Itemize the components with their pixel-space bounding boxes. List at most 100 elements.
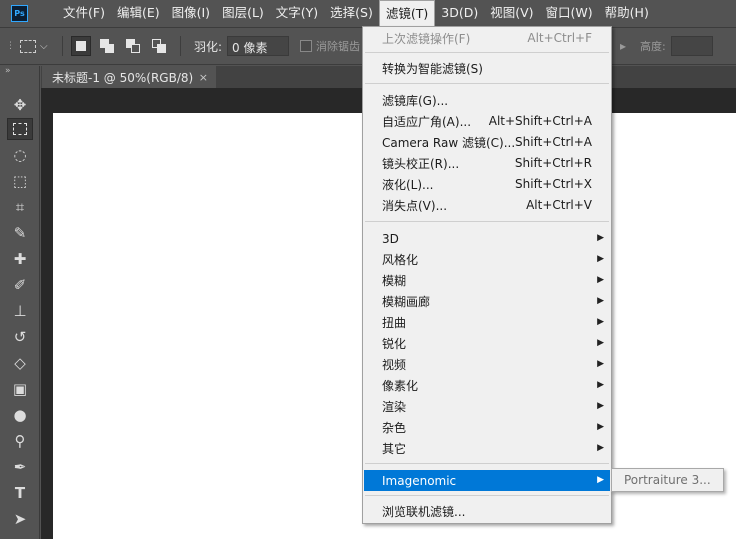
menu-3d[interactable]: 3D(D) [435, 0, 484, 26]
shortcut-label: Shift+Ctrl+A [515, 135, 592, 149]
menu-item-label: 上次滤镜操作(F) [382, 32, 471, 46]
menu-item-blur[interactable]: 模糊 ▶ [364, 270, 610, 291]
menu-item-render[interactable]: 渲染 ▶ [364, 396, 610, 417]
brush-tool-icon[interactable]: ✐ [7, 274, 33, 296]
submenu-arrow-icon: ▶ [597, 422, 604, 432]
menu-item-label: 3D [382, 231, 399, 246]
eraser-tool-icon[interactable]: ◇ [7, 352, 33, 374]
menu-item-camera-raw[interactable]: Camera Raw 滤镜(C)... Shift+Ctrl+A [364, 132, 610, 153]
subtract-selection-button[interactable] [123, 36, 143, 56]
menu-filter[interactable]: 滤镜(T) [378, 0, 436, 26]
panel-collapse-icon[interactable]: » [5, 66, 10, 76]
new-selection-button[interactable] [71, 36, 91, 56]
menu-window[interactable]: 窗口(W) [540, 0, 599, 26]
path-select-tool-icon[interactable]: ➤ [7, 508, 33, 530]
menu-item-label: Imagenomic [382, 473, 457, 488]
menu-item-label: Camera Raw 滤镜(C)... [382, 136, 516, 150]
marquee-preset-picker[interactable]: ⌵ [20, 28, 48, 64]
options-grip: ⋮ [6, 41, 15, 51]
height-input[interactable] [671, 36, 713, 56]
menu-item-pixelate[interactable]: 像素化 ▶ [364, 375, 610, 396]
add-selection-icon [100, 39, 114, 53]
menu-type[interactable]: 文字(Y) [270, 0, 324, 26]
menu-item-filter-gallery[interactable]: 滤镜库(G)... [364, 90, 610, 111]
submenu-arrow-icon: ▶ [597, 380, 604, 390]
swap-arrow-icon: ▸ [620, 39, 627, 53]
intersect-selection-button[interactable] [149, 36, 169, 56]
submenu-arrow-icon: ▶ [597, 275, 604, 285]
menu-item-vanishing-point[interactable]: 消失点(V)... Alt+Ctrl+V [364, 195, 610, 216]
gradient-tool-icon[interactable]: ▣ [7, 378, 33, 400]
menu-edit[interactable]: 编辑(E) [111, 0, 166, 26]
menu-item-label: 模糊画廊 [382, 295, 431, 309]
type-tool-icon[interactable]: T [7, 482, 33, 504]
menu-item-sharpen[interactable]: 锐化 ▶ [364, 333, 610, 354]
menu-item-blur-gallery[interactable]: 模糊画廊 ▶ [364, 291, 610, 312]
blur-tool-icon[interactable]: ● [7, 404, 33, 426]
menu-item-imagenomic[interactable]: Imagenomic ▶ [364, 470, 610, 491]
submenu-arrow-icon: ▶ [597, 338, 604, 348]
dodge-tool-icon[interactable]: ⚲ [7, 430, 33, 452]
menu-file[interactable]: 文件(F) [57, 0, 111, 26]
document-tab[interactable]: 未标题-1 @ 50%(RGB/8) × [42, 66, 216, 88]
menu-item-label: 浏览联机滤镜... [382, 505, 466, 519]
lasso-tool-icon[interactable]: ◌ [7, 144, 33, 166]
antialias-checkbox[interactable] [300, 40, 312, 52]
menu-item-stylize[interactable]: 风格化 ▶ [364, 249, 610, 270]
shortcut-label: Shift+Ctrl+R [514, 156, 592, 170]
menu-item-lens-correction[interactable]: 镜头校正(R)... Shift+Ctrl+R [364, 153, 610, 174]
shortcut-label: Alt+Ctrl+V [526, 198, 592, 212]
menu-item-distort[interactable]: 扭曲 ▶ [364, 312, 610, 333]
menu-item-label: 扭曲 [382, 316, 407, 330]
menu-item-label: 自适应广角(A)... [382, 115, 472, 129]
add-selection-button[interactable] [97, 36, 117, 56]
menu-item-noise[interactable]: 杂色 ▶ [364, 417, 610, 438]
healing-brush-tool-icon[interactable]: ✚ [7, 248, 33, 270]
menu-image[interactable]: 图像(I) [166, 0, 216, 26]
submenu-arrow-icon: ▶ [597, 233, 604, 243]
menu-item-other[interactable]: 其它 ▶ [364, 438, 610, 459]
clone-stamp-tool-icon[interactable]: ⊥ [7, 300, 33, 322]
menu-item-liquify[interactable]: 液化(L)... Shift+Ctrl+X [364, 174, 610, 195]
menu-item-label: 滤镜库(G)... [382, 94, 449, 108]
history-brush-tool-icon[interactable]: ↺ [7, 326, 33, 348]
menu-item-label: 杂色 [382, 421, 407, 435]
submenu-arrow-icon: ▶ [597, 359, 604, 369]
menu-help[interactable]: 帮助(H) [599, 0, 655, 26]
rect-marquee-icon [20, 39, 36, 53]
subtract-selection-icon [126, 39, 140, 53]
submenu-arrow-icon: ▶ [597, 443, 604, 453]
feather-input[interactable]: 0 像素 [227, 36, 289, 56]
menu-select[interactable]: 选择(S) [324, 0, 379, 26]
menu-item-3d[interactable]: 3D ▶ [364, 228, 610, 249]
submenu-arrow-icon: ▶ [597, 401, 604, 411]
move-tool-icon[interactable]: ✥ [7, 94, 33, 116]
submenu-arrow-icon: ▶ [597, 254, 604, 264]
antialias-label: 消除锯齿 [316, 40, 360, 53]
photoshop-logo: Ps [11, 4, 28, 22]
menu-separator [365, 495, 609, 496]
menu-separator [365, 83, 609, 84]
intersect-selection-icon [152, 39, 166, 53]
menu-item-label: 视频 [382, 358, 407, 372]
quick-select-tool-icon[interactable]: ⬚ [7, 170, 33, 192]
rect-marquee-tool-icon[interactable] [7, 118, 33, 140]
menu-separator [365, 52, 609, 53]
menu-item-browse-online-filters[interactable]: 浏览联机滤镜... [364, 501, 610, 522]
menu-item-video[interactable]: 视频 ▶ [364, 354, 610, 375]
eyedropper-tool-icon[interactable]: ✎ [7, 222, 33, 244]
menu-item-portraiture[interactable]: Portraiture 3... [624, 473, 711, 487]
height-label: 高度: [640, 40, 666, 53]
submenu-arrow-icon: ▶ [597, 475, 604, 485]
close-icon[interactable]: × [199, 71, 208, 84]
menu-layer[interactable]: 图层(L) [216, 0, 270, 26]
menu-item-adaptive-wide-angle[interactable]: 自适应广角(A)... Alt+Shift+Ctrl+A [364, 111, 610, 132]
menu-item-label: 像素化 [382, 379, 419, 393]
menu-item-last-filter: 上次滤镜操作(F) Alt+Ctrl+F [364, 28, 610, 49]
pen-tool-icon[interactable]: ✒ [7, 456, 33, 478]
menu-item-label: 消失点(V)... [382, 199, 448, 213]
menu-item-convert-smart-filter[interactable]: 转换为智能滤镜(S) [364, 58, 610, 79]
menu-view[interactable]: 视图(V) [484, 0, 539, 26]
shortcut-label: Alt+Ctrl+F [527, 31, 592, 45]
crop-tool-icon[interactable]: ⌗ [7, 196, 33, 218]
